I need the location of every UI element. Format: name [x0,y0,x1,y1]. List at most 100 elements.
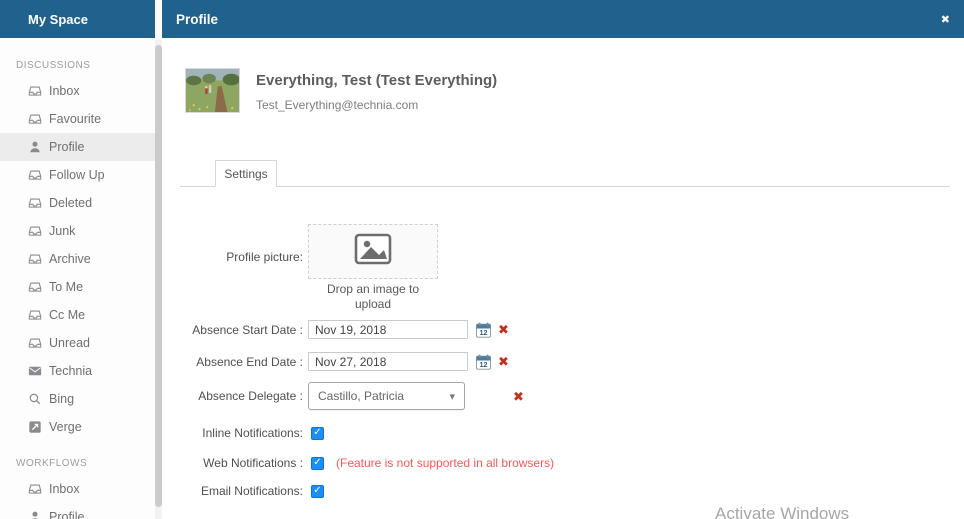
selected-delegate: Castillo, Patricia [318,389,449,403]
sidebar-item-label: Deleted [49,196,92,210]
scrollbar-thumb[interactable] [155,45,162,507]
inbox-icon [28,252,42,266]
web-notifications-note: (Feature is not supported in all browser… [336,456,554,470]
sidebar-item-bing[interactable]: Bing [0,385,155,413]
sidebar: My Space DISCUSSIONS Inbox Favourite Pro… [0,0,162,519]
check-icon: ✓ [313,486,321,496]
caret-down-icon: ▾ [449,390,455,403]
absence-start-row: Absence Start Date : 12 ✖ [162,320,964,339]
tab-settings[interactable]: Settings [215,160,277,187]
sidebar-scrollbar[interactable] [155,40,162,519]
sidebar-item-favourite[interactable]: Favourite [0,105,155,133]
activate-windows-watermark: Activate Windows [715,504,849,519]
close-icon[interactable]: ✖ [941,13,950,26]
section-discussions: DISCUSSIONS [0,60,155,71]
sidebar-item-label: Technia [49,364,92,378]
inline-notifications-row: Inline Notifications: ✓ [162,426,964,440]
inbox-icon [28,112,42,126]
sidebar-item-label: Unread [49,336,90,350]
inbox-icon [28,280,42,294]
profile-picture-label: Profile picture: [162,224,308,264]
sidebar-item-archive[interactable]: Archive [0,245,155,273]
sidebar-item-label: Follow Up [49,168,105,182]
sidebar-title: My Space [28,12,88,27]
sidebar-item-follow-up[interactable]: Follow Up [0,161,155,189]
sidebar-item-label: Verge [49,420,82,434]
sidebar-item-profile[interactable]: Profile [0,133,155,161]
profile-picture-row: Profile picture: Drop an image to upload [162,224,964,312]
external-link-square-icon [28,420,42,434]
svg-text:12: 12 [480,328,488,337]
sidebar-item-cc-me[interactable]: Cc Me [0,301,155,329]
sidebar-item-junk[interactable]: Junk [0,217,155,245]
main-header: Profile ✖ [162,0,964,38]
sidebar-item-label: Archive [49,252,91,266]
page-title: Profile [176,12,941,27]
sidebar-item-label: Inbox [49,84,80,98]
absence-end-input[interactable] [308,352,468,371]
inbox-icon [28,224,42,238]
absence-delegate-select[interactable]: Castillo, Patricia ▾ [308,382,465,410]
envelope-icon [28,364,42,378]
main-panel: Profile ✖ [162,0,964,519]
avatar [185,68,240,113]
clear-date-icon[interactable]: ✖ [498,355,509,368]
email-notifications-label: Email Notifications: [162,484,308,498]
search-icon [28,392,42,406]
sidebar-item-unread[interactable]: Unread [0,329,155,357]
profile-identity: Everything, Test (Test Everything) Test_… [256,68,497,113]
calendar-icon[interactable]: 12 [476,322,491,338]
dropzone-wrap: Drop an image to upload [308,224,438,312]
calendar-icon[interactable]: 12 [476,354,491,370]
app-window: My Space DISCUSSIONS Inbox Favourite Pro… [0,0,964,519]
sidebar-item-label: Profile [49,510,84,519]
sidebar-item-label: Inbox [49,482,80,496]
sidebar-item-label: Favourite [49,112,101,126]
settings-form: Profile picture: Drop an image to upload [162,224,964,498]
dropzone-caption: Drop an image to upload [308,282,438,312]
user-icon [28,510,42,519]
email-notifications-checkbox[interactable]: ✓ [311,485,324,498]
sidebar-item-deleted[interactable]: Deleted [0,189,155,217]
sidebar-item-label: To Me [49,280,83,294]
sidebar-item-verge[interactable]: Verge [0,413,155,441]
web-notifications-checkbox[interactable]: ✓ [311,457,324,470]
web-notifications-row: Web Notifications : ✓ (Feature is not su… [162,456,964,470]
sidebar-item-label: Junk [49,224,75,238]
image-icon [354,233,392,270]
user-icon [28,140,42,154]
sidebar-item-label: Bing [49,392,74,406]
profile-name: Everything, Test (Test Everything) [256,72,497,89]
sidebar-item-to-me[interactable]: To Me [0,273,155,301]
sidebar-header: My Space [0,0,155,38]
profile-email: Test_Everything@technia.com [256,98,497,112]
sidebar-item-inbox[interactable]: Inbox [0,77,155,105]
sidebar-item-workflow-profile[interactable]: Profile [0,503,155,519]
inbox-icon [28,84,42,98]
svg-text:12: 12 [480,360,488,369]
absence-start-input[interactable] [308,320,468,339]
check-icon: ✓ [313,428,321,438]
inbox-icon [28,308,42,322]
section-workflows: WORKFLOWS [0,458,155,469]
absence-end-label: Absence End Date : [162,355,308,369]
clear-delegate-icon[interactable]: ✖ [513,390,524,403]
check-icon: ✓ [313,458,321,468]
image-dropzone[interactable] [308,224,438,279]
absence-end-row: Absence End Date : 12 ✖ [162,352,964,371]
inbox-icon [28,196,42,210]
sidebar-item-workflow-inbox[interactable]: Inbox [0,475,155,503]
absence-delegate-label: Absence Delegate : [162,389,308,403]
sidebar-item-label: Profile [49,140,84,154]
inline-notifications-checkbox[interactable]: ✓ [311,427,324,440]
clear-date-icon[interactable]: ✖ [498,323,509,336]
inline-notifications-label: Inline Notifications: [162,426,308,440]
absence-delegate-row: Absence Delegate : Castillo, Patricia ▾ … [162,382,964,410]
profile-header: Everything, Test (Test Everything) Test_… [162,68,964,113]
sidebar-item-technia[interactable]: Technia [0,357,155,385]
sidebar-item-label: Cc Me [49,308,85,322]
inbox-icon [28,336,42,350]
inbox-icon [28,482,42,496]
absence-start-label: Absence Start Date : [162,323,308,337]
email-notifications-row: Email Notifications: ✓ [162,484,964,498]
